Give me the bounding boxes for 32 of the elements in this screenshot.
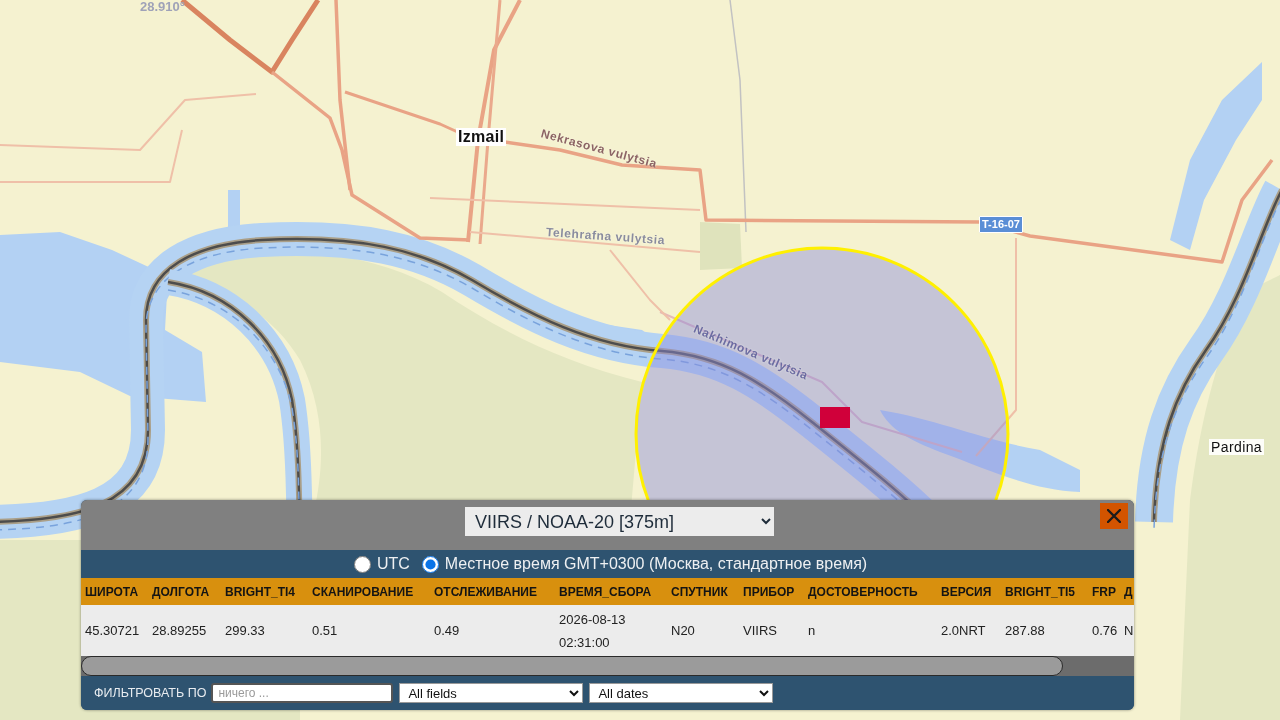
column-header: ОТСЛЕЖИВАНИЕ <box>433 583 538 601</box>
town-label: Pardina <box>1209 439 1265 456</box>
table-cell-text: n <box>807 622 817 640</box>
column-header: ВРЕМЯ_СБОРА <box>558 583 653 601</box>
coordinate-label: 28.910° <box>140 0 185 15</box>
column-header: ДОЛГОТА <box>151 583 211 601</box>
table-cell-text: 0.76 <box>1091 622 1119 640</box>
table-cell-text: 45.30721 <box>84 622 141 640</box>
column-header: BRIGHT_TI5 <box>1004 583 1076 601</box>
city-label: Izmail <box>456 128 507 147</box>
column-header: Д <box>1123 583 1134 601</box>
table-cell-text: 2026-08-13 02:31:00 <box>558 610 627 652</box>
column-header: FRP <box>1091 583 1117 601</box>
street-label: Telehrafna vulytsia <box>545 226 666 249</box>
table-cell-text: N <box>1123 622 1134 640</box>
table-cell-text: 299.33 <box>224 622 266 640</box>
column-header: ПРИБОР <box>742 583 796 601</box>
table-cell-text: 287.88 <box>1004 622 1046 640</box>
table-cell-text: 0.51 <box>311 622 339 640</box>
table-cell-text: VIIRS <box>742 622 778 640</box>
table-cell-text: 0.49 <box>433 622 461 640</box>
column-header: BRIGHT_TI4 <box>224 583 296 601</box>
table-cell-text: 28.89255 <box>151 622 208 640</box>
table-cell-text: N20 <box>670 622 696 640</box>
table-cell-text: 2.0NRT <box>940 622 987 640</box>
column-header: ВЕРСИЯ <box>940 583 993 601</box>
filter-label: ФИЛЬТРОВАТЬ ПО <box>94 686 207 700</box>
route-shield: T-16-07 <box>979 216 1023 233</box>
column-header: СПУТНИК <box>670 583 729 601</box>
column-header: СКАНИРОВАНИЕ <box>311 583 415 601</box>
column-header: ДОСТОВЕРНОСТЬ <box>807 583 919 601</box>
column-header: ШИРОТА <box>84 583 140 601</box>
